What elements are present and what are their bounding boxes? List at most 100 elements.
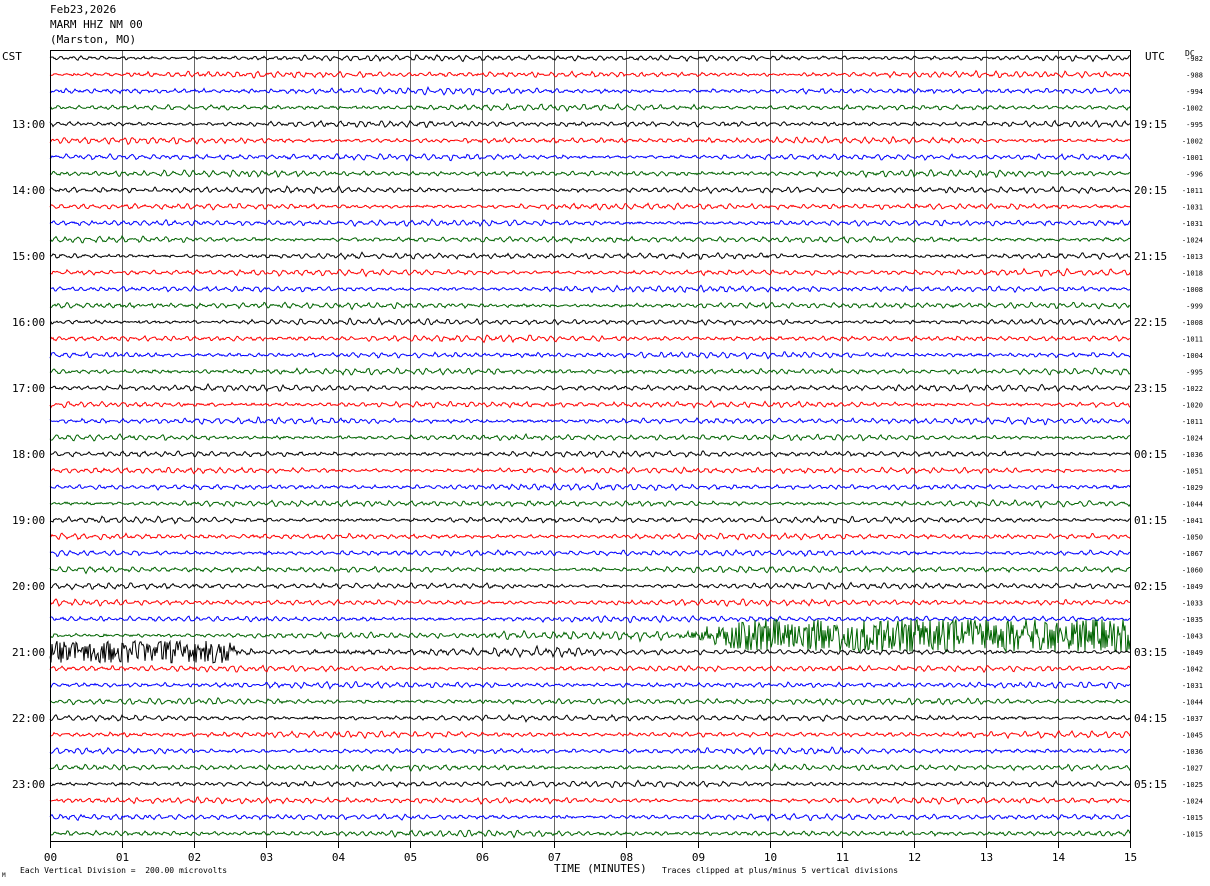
dc-offset-label: -1067 bbox=[1182, 550, 1203, 558]
dc-offset-label: -1036 bbox=[1182, 451, 1203, 459]
right-hour-label: 00:15 bbox=[1134, 448, 1167, 461]
right-hour-label: 05:15 bbox=[1134, 778, 1167, 791]
helicorder-chart: 00 01 02 03 04 05 06 07 08 09 10 11 12 13 14 15-982-988… bbox=[12, 50, 1203, 864]
dc-offset-label: -1020 bbox=[1182, 402, 1203, 410]
right-hour-label: 22:15 bbox=[1134, 316, 1167, 329]
right-hour-label: 01:15 bbox=[1134, 514, 1167, 527]
dc-offset-label: -982 bbox=[1186, 55, 1203, 63]
seismic-trace bbox=[49, 565, 1130, 575]
dc-offset-label: -1013 bbox=[1182, 253, 1203, 261]
seismic-trace bbox=[49, 829, 1131, 839]
left-hour-label: 21:00 bbox=[12, 646, 45, 659]
dc-offset-label: -1008 bbox=[1182, 286, 1203, 294]
seismic-trace bbox=[49, 482, 1131, 492]
dc-offset-label: -996 bbox=[1186, 171, 1203, 179]
dc-offset-label: -1008 bbox=[1182, 319, 1203, 327]
seismic-trace bbox=[49, 713, 1131, 723]
plot-frame bbox=[50, 50, 1131, 842]
dc-offset-label: -1044 bbox=[1182, 699, 1203, 707]
seismic-trace bbox=[49, 86, 1131, 96]
x-tick-label: 10 bbox=[764, 851, 777, 864]
x-tick-label: 03 bbox=[260, 851, 273, 864]
dc-offset-label: -1011 bbox=[1182, 418, 1203, 426]
scale-note: Each Vertical Division = 200.00 microvol… bbox=[20, 866, 228, 875]
x-tick-label: 05 bbox=[404, 851, 417, 864]
seismic-trace bbox=[49, 367, 1131, 376]
seismic-trace bbox=[49, 135, 1131, 146]
x-tick-label: 15 bbox=[1124, 851, 1137, 864]
dc-offset-label: -1029 bbox=[1182, 484, 1203, 492]
x-tick-label: 02 bbox=[188, 851, 201, 864]
x-axis-title: TIME (MINUTES) bbox=[554, 862, 647, 875]
dc-offset-label: -1024 bbox=[1182, 435, 1203, 443]
seismic-trace bbox=[49, 779, 1131, 789]
x-tick-label: 12 bbox=[908, 851, 921, 864]
dc-offset-label: -988 bbox=[1186, 72, 1203, 80]
corner-mark: M bbox=[2, 872, 6, 879]
clip-note: Traces clipped at plus/minus 5 vertical … bbox=[662, 866, 899, 875]
dc-offset-label: -1060 bbox=[1182, 567, 1203, 575]
seismic-trace bbox=[49, 54, 1131, 63]
dc-offset-label: -1037 bbox=[1182, 715, 1203, 723]
seismic-trace bbox=[49, 729, 1131, 740]
dc-offset-label: -995 bbox=[1186, 121, 1203, 129]
dc-offset-label: -1049 bbox=[1182, 649, 1203, 657]
x-tick-label: 06 bbox=[476, 851, 489, 864]
seismic-trace bbox=[49, 812, 1131, 822]
left-hour-label: 13:00 bbox=[12, 118, 45, 131]
dc-offset-label: -999 bbox=[1186, 303, 1203, 311]
right-hour-label: 03:15 bbox=[1134, 646, 1167, 659]
left-hour-label: 17:00 bbox=[12, 382, 45, 395]
seismic-trace bbox=[49, 515, 1131, 525]
dc-offset-label: -1045 bbox=[1182, 732, 1203, 740]
left-hour-label: 15:00 bbox=[12, 250, 45, 263]
x-tick-label: 14 bbox=[1052, 851, 1066, 864]
dc-offset-label: -1036 bbox=[1182, 748, 1203, 756]
left-hour-label: 14:00 bbox=[12, 184, 45, 197]
dc-offset-label: -1011 bbox=[1182, 336, 1203, 344]
seismic-trace bbox=[50, 316, 1131, 326]
seismic-trace bbox=[49, 168, 1131, 179]
seismic-trace bbox=[49, 351, 1131, 360]
chart-grid bbox=[50, 50, 1131, 848]
left-hour-label: 16:00 bbox=[12, 316, 45, 329]
seismic-trace bbox=[49, 301, 1131, 311]
dc-offset-label: -1022 bbox=[1182, 385, 1203, 393]
dc-offset-label: -1051 bbox=[1182, 468, 1203, 476]
seismic-trace bbox=[49, 639, 1131, 664]
seismic-trace bbox=[49, 251, 1131, 261]
seismic-trace bbox=[49, 499, 1131, 509]
dc-offset-label: -1042 bbox=[1182, 666, 1203, 674]
seismic-trace bbox=[49, 119, 1131, 129]
right-hour-label: 20:15 bbox=[1134, 184, 1167, 197]
seismic-trace bbox=[49, 664, 1131, 674]
seismic-trace bbox=[49, 235, 1131, 244]
dc-offset-label: -1031 bbox=[1182, 682, 1203, 690]
seismic-trace bbox=[49, 796, 1131, 805]
dc-offset-label: -1043 bbox=[1182, 633, 1203, 641]
dc-offset-label: -1033 bbox=[1182, 600, 1203, 608]
right-hour-label: 04:15 bbox=[1134, 712, 1167, 725]
seismic-trace bbox=[49, 746, 1131, 756]
trace-layer bbox=[49, 54, 1131, 839]
x-tick-label: 04 bbox=[332, 851, 346, 864]
seismic-trace bbox=[49, 334, 1131, 344]
seismic-trace bbox=[49, 680, 1131, 690]
seismic-trace bbox=[49, 185, 1131, 195]
dc-offset-label: -1027 bbox=[1182, 765, 1203, 773]
dc-offset-label: -1025 bbox=[1182, 781, 1203, 789]
left-hour-label: 22:00 bbox=[12, 712, 45, 725]
x-tick-label: 09 bbox=[692, 851, 705, 864]
x-tick-label: 00 bbox=[44, 851, 57, 864]
dc-offset-label: -1011 bbox=[1182, 187, 1203, 195]
seismic-trace bbox=[49, 696, 1131, 706]
seismic-trace bbox=[49, 284, 1131, 294]
dc-offset-label: -1002 bbox=[1182, 105, 1203, 113]
seismic-trace bbox=[49, 532, 1131, 541]
seismic-trace bbox=[49, 152, 1131, 162]
right-hour-label: 19:15 bbox=[1134, 118, 1167, 131]
left-hour-label: 18:00 bbox=[12, 448, 45, 461]
dc-offset-label: -1004 bbox=[1182, 352, 1203, 360]
seismic-trace bbox=[49, 202, 1131, 211]
dc-offset-label: -1044 bbox=[1182, 501, 1203, 509]
